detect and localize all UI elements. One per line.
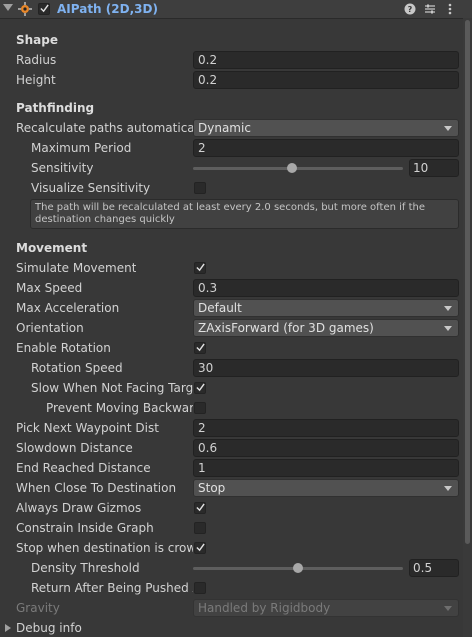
chevron-down-icon <box>444 126 452 131</box>
component-title: AIPath (2D,3D) <box>57 2 158 16</box>
radius-label: Radius <box>16 53 57 67</box>
prevent-moving-backwards-checkbox[interactable] <box>194 402 206 414</box>
checkmark-icon <box>196 383 205 392</box>
checkmark-icon <box>196 543 205 552</box>
rotation-speed-field[interactable]: 30 <box>193 359 459 377</box>
help-icon[interactable]: ? <box>403 1 417 17</box>
simulate-movement-checkbox[interactable] <box>194 262 206 274</box>
pick-next-waypoint-field[interactable]: 2 <box>193 419 459 437</box>
when-close-value: Stop <box>198 481 226 495</box>
recalculate-value: Dynamic <box>198 121 251 135</box>
scrollbar-thumb[interactable] <box>465 20 470 544</box>
visualize-sensitivity-label: Visualize Sensitivity <box>31 181 151 195</box>
recalculate-label: Recalculate paths automatically <box>16 121 193 135</box>
max-speed-label: Max Speed <box>16 281 83 295</box>
slow-when-not-facing-checkbox[interactable] <box>194 382 206 394</box>
height-field[interactable]: 0.2 <box>193 71 459 89</box>
constrain-inside-graph-label: Constrain Inside Graph <box>16 521 154 535</box>
stop-when-crowded-label: Stop when destination is crowded <box>16 541 193 555</box>
component-header: AIPath (2D,3D) ? <box>0 0 472 19</box>
max-acceleration-dropdown[interactable]: Default <box>193 299 459 317</box>
max-acceleration-label: Max Acceleration <box>16 301 120 315</box>
foldout-arrow-icon[interactable] <box>5 624 11 632</box>
density-field[interactable]: 0.5 <box>409 559 459 577</box>
always-draw-gizmos-label: Always Draw Gizmos <box>16 501 142 515</box>
slowdown-distance-field[interactable]: 0.6 <box>193 439 459 457</box>
gravity-dropdown: Handled by Rigidbody <box>193 599 459 617</box>
preset-icon[interactable] <box>423 1 437 17</box>
end-reached-distance-field[interactable]: 1 <box>193 459 459 477</box>
sensitivity-slider-thumb[interactable] <box>286 163 297 173</box>
max-acceleration-value: Default <box>198 301 242 315</box>
constrain-inside-graph-checkbox[interactable] <box>194 522 206 534</box>
radius-field[interactable]: 0.2 <box>193 51 459 69</box>
component-icon <box>18 2 32 16</box>
simulate-movement-label: Simulate Movement <box>16 261 137 275</box>
rotation-speed-label: Rotation Speed <box>31 361 123 375</box>
slowdown-distance-label: Slowdown Distance <box>16 441 133 455</box>
visualize-sensitivity-checkbox[interactable] <box>194 182 206 194</box>
return-after-pushed-checkbox[interactable] <box>194 582 206 594</box>
chevron-down-icon <box>444 326 452 331</box>
stop-when-crowded-checkbox[interactable] <box>194 542 206 554</box>
enable-rotation-label: Enable Rotation <box>16 341 111 355</box>
component-enabled-checkbox[interactable] <box>38 3 50 15</box>
section-pathfinding-title: Pathfinding <box>16 101 95 115</box>
gravity-value: Handled by Rigidbody <box>198 601 331 615</box>
debug-info-foldout[interactable]: Debug info <box>16 619 82 637</box>
checkmark-icon <box>196 263 205 272</box>
orientation-dropdown[interactable]: ZAxisForward (for 3D games) <box>193 319 459 337</box>
chevron-down-icon <box>444 486 452 491</box>
sensitivity-slider-track[interactable] <box>193 167 403 170</box>
max-period-label: Maximum Period <box>31 141 132 155</box>
chevron-down-icon <box>444 606 452 611</box>
checkmark-icon <box>196 503 205 512</box>
section-shape-title: Shape <box>16 33 59 47</box>
density-threshold-label: Density Threshold <box>31 561 140 575</box>
section-movement-title: Movement <box>16 241 88 255</box>
density-slider-thumb[interactable] <box>293 563 303 573</box>
end-reached-distance-label: End Reached Distance <box>16 461 151 475</box>
max-speed-field[interactable]: 0.3 <box>193 279 459 297</box>
chevron-down-icon <box>444 306 452 311</box>
height-label: Height <box>16 73 56 87</box>
help-box: The path will be recalculated at least e… <box>30 199 459 229</box>
foldout-arrow-icon[interactable] <box>3 4 13 11</box>
return-after-pushed-label: Return After Being Pushed Away <box>31 581 193 595</box>
always-draw-gizmos-checkbox[interactable] <box>194 502 206 514</box>
pick-next-waypoint-label: Pick Next Waypoint Dist <box>16 421 159 435</box>
when-close-label: When Close To Destination <box>16 481 177 495</box>
gravity-label: Gravity <box>16 601 60 615</box>
sensitivity-label: Sensitivity <box>31 161 94 175</box>
enable-rotation-checkbox[interactable] <box>194 342 206 354</box>
max-period-field[interactable]: 2 <box>193 139 459 157</box>
orientation-label: Orientation <box>16 321 84 335</box>
recalculate-dropdown[interactable]: Dynamic <box>193 119 459 137</box>
sensitivity-field[interactable]: 10 <box>409 159 459 177</box>
more-icon[interactable] <box>443 1 457 17</box>
prevent-moving-backwards-label: Prevent Moving Backwards <box>46 401 193 415</box>
when-close-dropdown[interactable]: Stop <box>193 479 459 497</box>
orientation-value: ZAxisForward (for 3D games) <box>198 321 374 335</box>
checkmark-icon <box>40 4 49 13</box>
slow-when-not-facing-label: Slow When Not Facing Target <box>31 381 193 395</box>
checkmark-icon <box>196 343 205 352</box>
svg-text:?: ? <box>408 5 413 14</box>
